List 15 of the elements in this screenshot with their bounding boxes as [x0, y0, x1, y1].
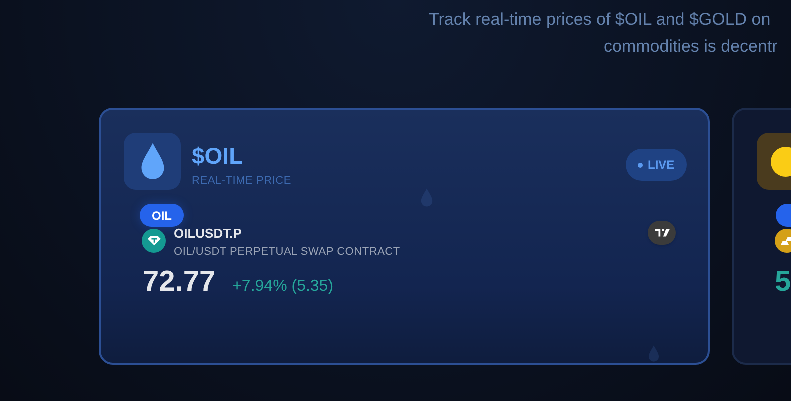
- intro-text: commodities is decentr: [604, 36, 779, 58]
- live-badge: LIVE: [626, 149, 687, 181]
- contract-description: OIL/USDT PERPETUAL SWAP CONTRACT: [174, 245, 400, 260]
- oil-drop-icon: [124, 133, 181, 190]
- price-value: 5: [775, 265, 791, 300]
- price-value: 72.77: [143, 265, 216, 300]
- symbol-badge: OIL: [140, 204, 184, 227]
- drop-icon: [646, 345, 662, 363]
- asset-title: $OIL: [192, 145, 244, 168]
- asset-subtitle: REAL-TIME PRICE: [192, 176, 292, 187]
- price-change: +7.94% (5.35): [232, 277, 334, 297]
- intro-text: Track real-time prices of $OIL and $GOLD on: [429, 9, 772, 31]
- chart-logo-icon[interactable]: [648, 221, 676, 245]
- ticker-text: OILUSDT.P: [174, 225, 242, 243]
- tether-logo-icon: [142, 229, 166, 253]
